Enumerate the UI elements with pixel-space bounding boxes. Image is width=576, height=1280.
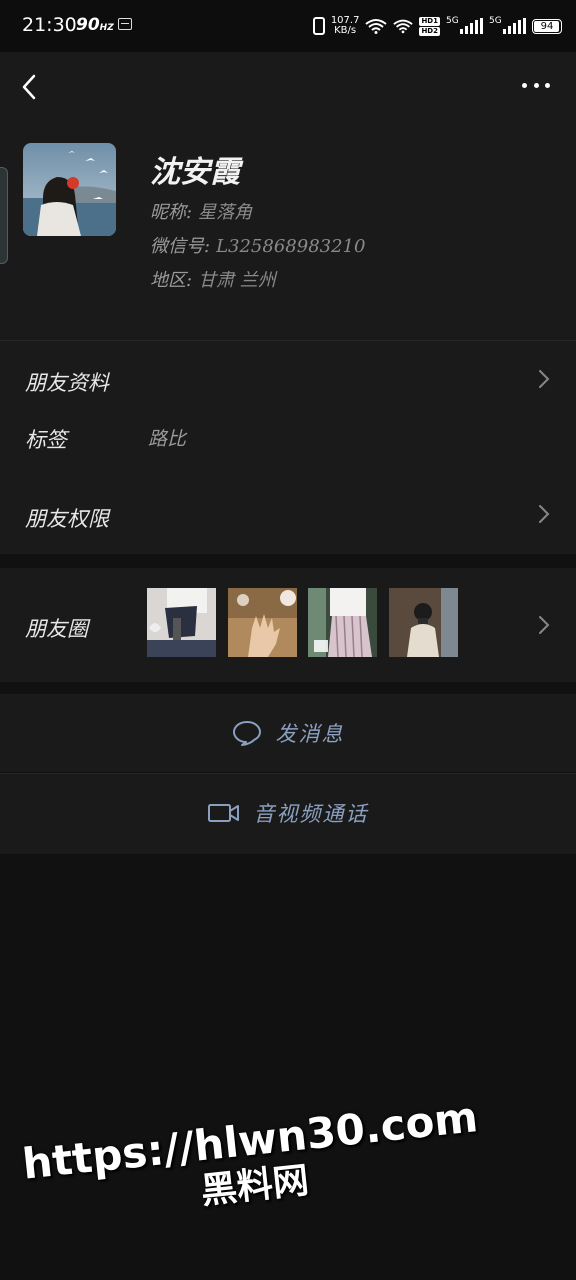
moment-photo[interactable] [389,588,458,657]
more-dots-icon[interactable] [522,82,550,90]
friend-info-row[interactable]: 朋友资料 [25,367,109,397]
video-call-label: 音视频通话 [253,802,369,826]
region-label: 地区: [150,270,193,291]
moment-photo[interactable] [147,588,216,657]
vibrate-icon [312,17,325,35]
video-camera-icon [207,804,239,822]
moments-label: 朋友圈 [25,617,88,641]
status-bar: 21:30 90HZ 107.7 KB/s HD1 HD2 5G 5G 94 [0,0,576,52]
chevron-right-icon [539,616,550,634]
nickname-line: 昵称: 星落角 [150,198,252,224]
send-message-label: 发消息 [275,722,345,746]
moment-photo[interactable] [228,588,297,657]
chevron-right-icon [539,505,550,523]
send-message-button[interactable]: 发消息 [0,694,576,772]
wifi-icon [365,19,388,34]
region-line: 地区: 甘肃 兰州 [150,266,276,292]
hd-indicator: HD1 HD2 [419,16,440,36]
chat-bubble-icon [232,721,261,746]
region-value: 甘肃 兰州 [198,270,276,291]
back-arrow-icon[interactable] [18,72,42,102]
profile-header: 沈安霞 昵称: 星落角 微信号: L325868983210 地区: 甘肃 兰州 [0,52,576,340]
tags-label: 标签 [25,428,67,452]
profile-name: 沈安霞 [150,155,240,190]
watermark: https://hlwn30.com 黑料网 [20,1092,485,1231]
nickname-value: 星落角 [198,202,253,223]
side-handle[interactable] [0,167,8,264]
status-time: 21:30 [22,14,77,36]
avatar[interactable] [23,143,116,236]
video-call-button[interactable]: 音视频通话 [0,774,576,854]
divider [0,340,576,341]
wifi-icon-2 [393,19,414,34]
status-icons: 107.7 KB/s HD1 HD2 5G 5G 94 [312,13,562,39]
friend-permissions-row[interactable]: 朋友权限 [25,503,109,533]
signal-icon-2: 5G [489,16,526,34]
refresh-rate: 90HZ [76,15,114,35]
net-speed: 107.7 KB/s [330,15,360,36]
info-card: 朋友资料 标签 路比 朋友权限 [0,340,576,554]
wechat-id-line: 微信号: L325868983210 [150,232,365,258]
wechat-id-value[interactable]: L325868983210 [216,236,365,257]
signal-icon: 5G [446,16,483,34]
tags-value[interactable]: 路比 [148,424,186,451]
moment-photo[interactable] [308,588,377,657]
chevron-right-icon [539,370,550,388]
nickname-label: 昵称: [150,202,193,223]
battery-icon: 94 [532,18,562,34]
wechat-id-label: 微信号: [150,236,211,257]
notification-icon [118,18,132,30]
